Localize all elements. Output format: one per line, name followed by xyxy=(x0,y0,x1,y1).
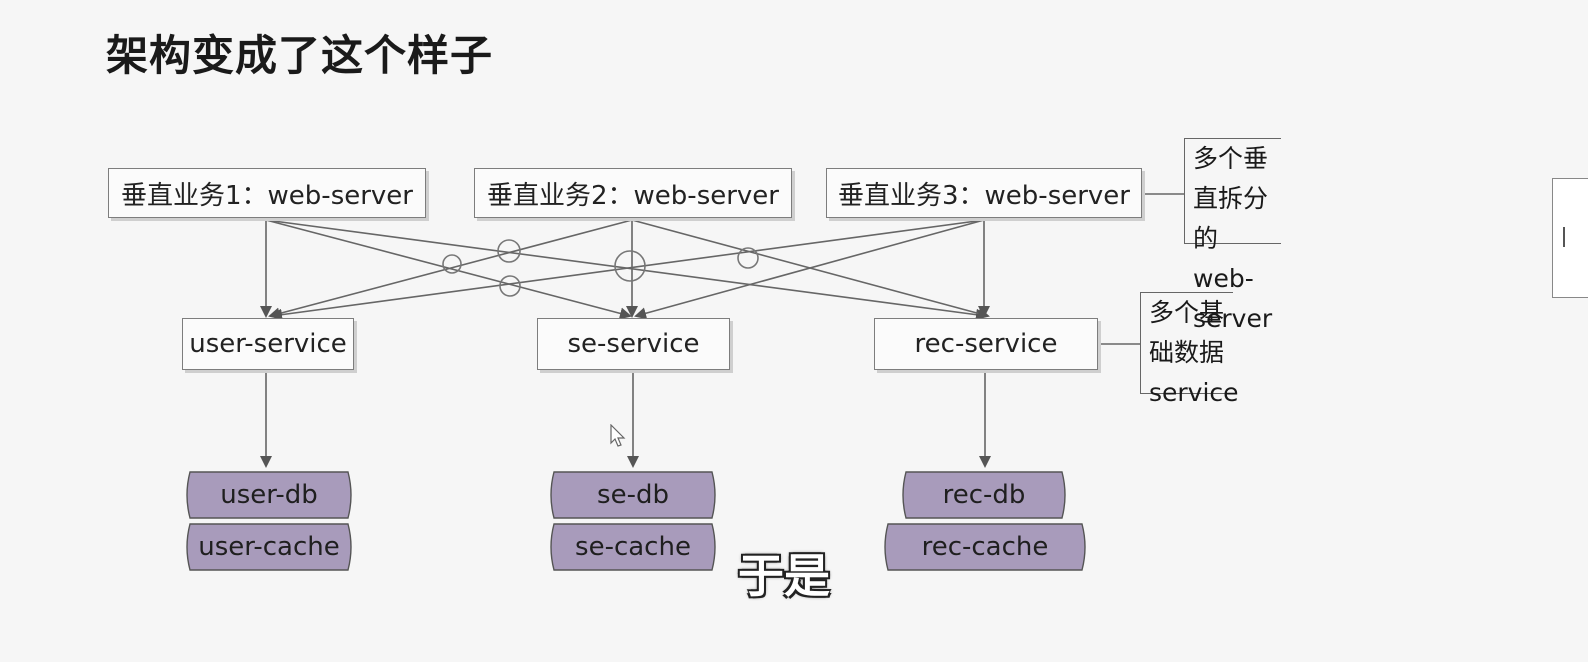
slide: 架构变成了这个样子 垂直业务1：web-server 垂直业务2：web-ser… xyxy=(0,0,1588,662)
storage-rec-db: rec-db xyxy=(900,470,1068,520)
storage-user-cache: user-cache xyxy=(184,522,354,572)
web-server-label-2: 垂直业务2：web-server xyxy=(487,180,779,211)
storage-rec-cache-label: rec-cache xyxy=(921,532,1049,562)
service-note: 多个基础数据 service xyxy=(1140,292,1239,407)
storage-user-db: user-db xyxy=(184,470,354,520)
web-server-box-1: 垂直业务1：web-server xyxy=(108,168,426,218)
service-box-se: se-service xyxy=(537,318,730,370)
service-note-line2: service xyxy=(1149,378,1239,407)
storage-se-cache: se-cache xyxy=(548,522,718,572)
storage-se-db: se-db xyxy=(548,470,718,520)
storage-user-db-label: user-db xyxy=(220,480,318,510)
web-server-label-1: 垂直业务1：web-server xyxy=(121,180,413,211)
storage-rec-cache: rec-cache xyxy=(882,522,1088,572)
web-server-note-line1: 多个垂直拆分的 xyxy=(1193,144,1269,253)
storage-se-db-label: se-db xyxy=(597,480,669,510)
service-box-rec: rec-service xyxy=(874,318,1098,370)
service-label-user: user-service xyxy=(189,329,347,359)
web-server-label-3: 垂直业务3：web-server xyxy=(838,180,1130,211)
line-hop xyxy=(442,254,462,274)
service-box-user: user-service xyxy=(182,318,354,370)
storage-se-cache-label: se-cache xyxy=(575,532,691,562)
service-note-line1: 多个基础数据 xyxy=(1149,298,1225,367)
storage-rec-db-label: rec-db xyxy=(942,480,1026,510)
side-panel-glyph-icon xyxy=(1563,227,1573,247)
service-label-se: se-service xyxy=(567,329,700,359)
web-server-box-2: 垂直业务2：web-server xyxy=(474,168,792,218)
mouse-cursor-icon xyxy=(610,424,626,447)
storage-user-cache-label: user-cache xyxy=(198,532,340,562)
web-server-box-3: 垂直业务3：web-server xyxy=(826,168,1142,218)
service-label-rec: rec-service xyxy=(914,329,1058,359)
video-subtitle: 于是 xyxy=(738,549,830,603)
web-server-note: 多个垂直拆分的 web-server xyxy=(1184,138,1281,333)
side-panel-tab[interactable] xyxy=(1552,178,1588,298)
